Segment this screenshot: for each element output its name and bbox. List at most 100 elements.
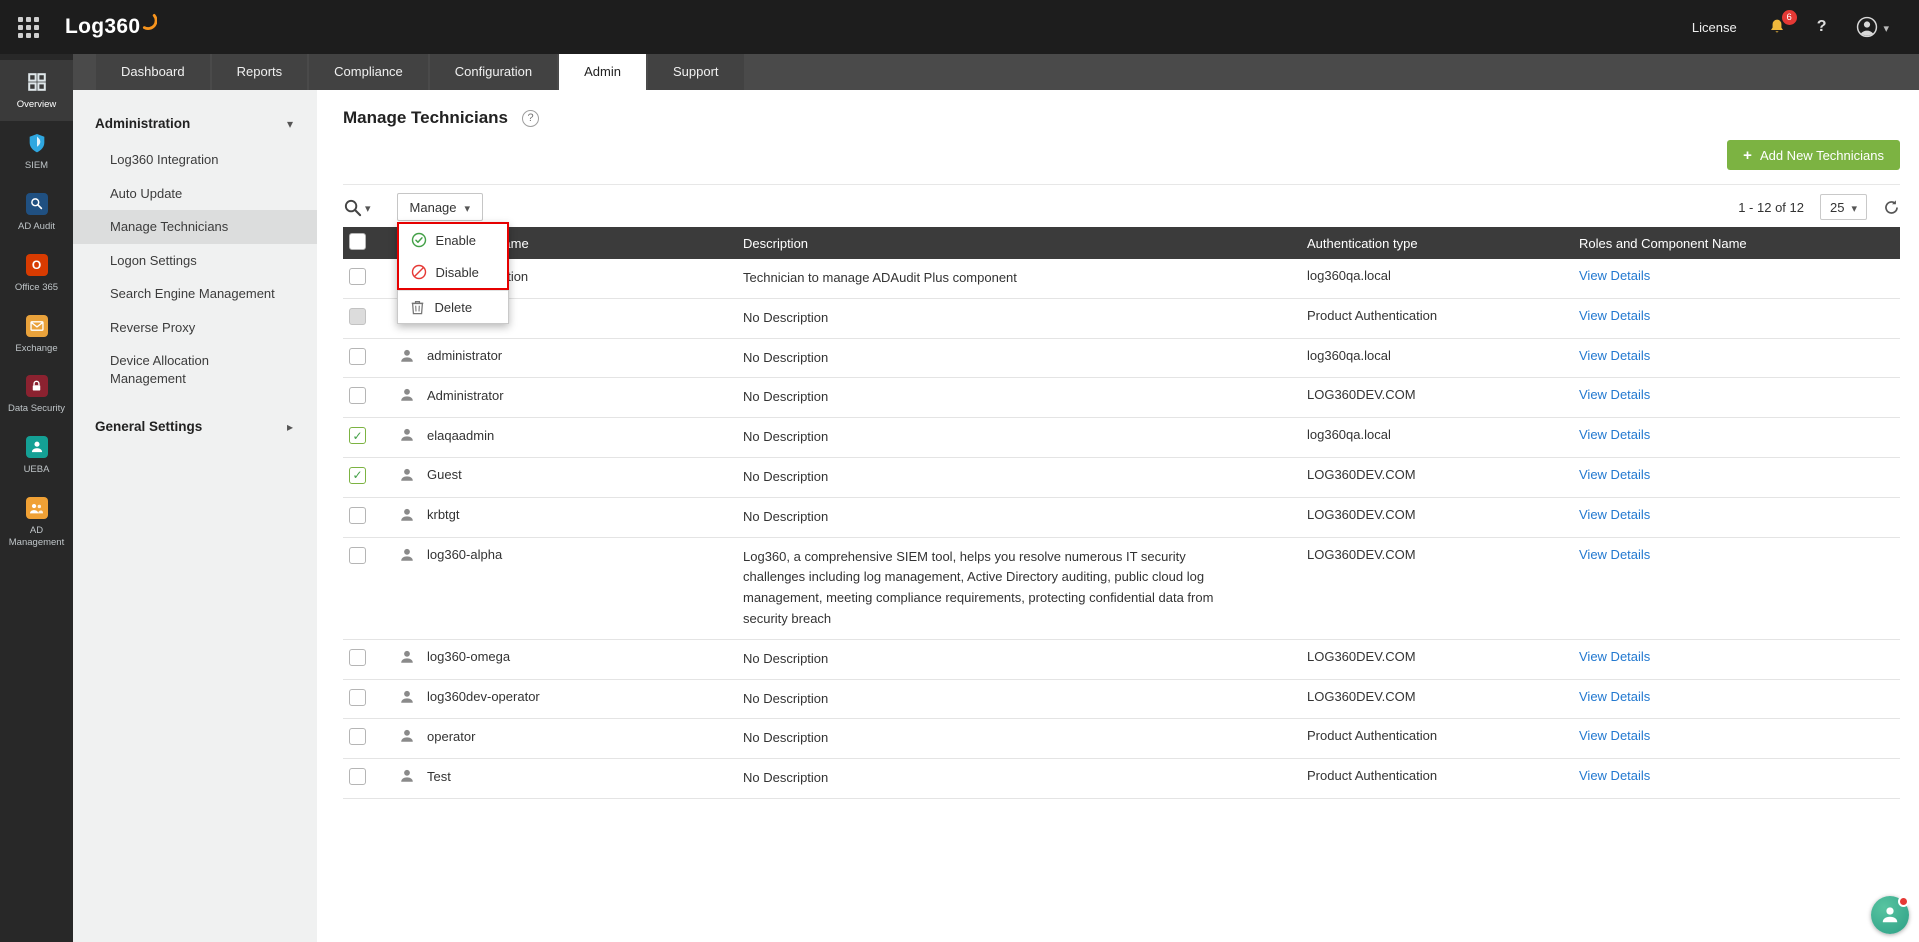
menu-item-enable[interactable]: Enable: [398, 224, 507, 256]
rail-item-exchange[interactable]: Exchange: [0, 304, 73, 365]
tab-configuration[interactable]: Configuration: [429, 54, 558, 90]
view-details-link[interactable]: View Details: [1579, 768, 1650, 783]
search-icon: [344, 199, 362, 216]
sidebar-item-manage-technicians[interactable]: Manage Technicians: [73, 210, 317, 244]
table-row: Guest No DescriptionLOG360DEV.COMView Det…: [343, 457, 1900, 498]
sidebar-item-search-engine-management[interactable]: Search Engine Management: [73, 277, 317, 311]
license-link[interactable]: License: [1692, 20, 1737, 35]
chevron-down-icon: [1851, 200, 1857, 215]
tab-support[interactable]: Support: [647, 54, 744, 90]
row-checkbox[interactable]: [349, 506, 366, 524]
row-checkbox[interactable]: [349, 728, 366, 746]
technician-description: No Description: [743, 338, 1307, 379]
view-details-link[interactable]: View Details: [1579, 467, 1650, 482]
table-row: Administrator No Description LOG360DEV.COM…: [343, 377, 1900, 419]
row-checkbox[interactable]: [349, 466, 366, 484]
view-details-link[interactable]: View Details: [1579, 507, 1650, 522]
main-tabs: Dashboard Reports Compliance Configuration A…: [73, 54, 1919, 90]
rail-item-overview[interactable]: Overview: [0, 60, 73, 121]
technician-description: Technician to manage ADAudit Plus compon…: [743, 259, 1307, 299]
help-icon[interactable]: ?: [1817, 18, 1827, 36]
table-row: adminNo DescriptionProduct Authenticatio…: [343, 298, 1900, 339]
refresh-icon[interactable]: [1883, 199, 1900, 216]
rail-item-siem[interactable]: SIEM: [0, 121, 73, 182]
support-chat-bubble[interactable]: [1871, 896, 1909, 934]
table-row: operator No Description Product Authentica…: [343, 718, 1900, 760]
enable-icon: [411, 232, 427, 248]
select-all-checkbox[interactable]: [349, 233, 366, 250]
row-checkbox[interactable]: [349, 427, 366, 445]
view-details-link[interactable]: View Details: [1579, 689, 1650, 704]
user-avatar[interactable]: [1856, 16, 1889, 38]
authentication-type: log360qa.local: [1307, 338, 1579, 379]
rail-item-ad-audit[interactable]: AD Audit: [0, 182, 73, 243]
authentication-type: LOG360DEV.COM: [1307, 377, 1579, 419]
sidebar-item-auto-update[interactable]: Auto Update: [73, 177, 317, 211]
sidebar-item-device-allocation-management[interactable]: Device Allocation Management: [73, 344, 317, 395]
row-checkbox[interactable]: [349, 688, 366, 706]
tab-compliance[interactable]: Compliance: [309, 54, 428, 90]
sidebar-item-log360-integration[interactable]: Log360 Integration: [73, 143, 317, 177]
sidebar-section-administration[interactable]: Administration: [73, 110, 317, 137]
technicians-table: Technician NameDescriptionAuthentication…: [343, 227, 1900, 799]
search-button[interactable]: [343, 198, 371, 217]
row-checkbox[interactable]: [349, 648, 366, 666]
page-size-select[interactable]: 25: [1820, 194, 1867, 220]
tab-reports[interactable]: Reports: [211, 54, 308, 90]
view-details-link[interactable]: View Details: [1579, 387, 1650, 402]
ad-audit-search-icon: [25, 192, 48, 216]
tab-dashboard[interactable]: Dashboard: [96, 54, 210, 90]
tab-admin[interactable]: Admin: [559, 54, 646, 90]
sidebar-item-reverse-proxy[interactable]: Reverse Proxy: [73, 311, 317, 345]
notifications-button[interactable]: 6: [1767, 10, 1797, 37]
menu-item-label: Disable: [435, 264, 479, 280]
add-new-technicians-button[interactable]: Add New Technicians: [1727, 140, 1900, 170]
table-row: administrator No Description log360qa.loca…: [343, 338, 1900, 379]
view-details-link[interactable]: View Details: [1579, 308, 1650, 323]
technician-icon: [399, 387, 415, 403]
sidebar-section-general-settings[interactable]: General Settings: [73, 413, 317, 440]
menu-item-delete[interactable]: Delete: [397, 290, 508, 323]
row-checkbox[interactable]: [349, 768, 366, 786]
topbar-right: License 6 ?: [1692, 10, 1889, 38]
actions-row: Add New Technicians: [343, 140, 1900, 170]
authentication-type: LOG360DEV.COM: [1307, 497, 1579, 538]
view-details-link[interactable]: View Details: [1579, 547, 1650, 562]
page-help-icon[interactable]: ?: [522, 109, 540, 127]
chevron-down-icon: [287, 116, 293, 131]
right-column: Dashboard Reports Compliance Configuration A…: [73, 54, 1919, 942]
menu-item-label: Enable: [435, 232, 477, 248]
rail-item-office-365[interactable]: O Office 365: [0, 243, 73, 304]
rail-item-data-security[interactable]: Data Security: [0, 364, 73, 425]
rail-item-label: Overview: [16, 99, 57, 110]
table-row: Test No Description Product Authentication…: [343, 758, 1900, 799]
manage-dropdown-button[interactable]: Manage: [396, 193, 484, 221]
row-checkbox[interactable]: [349, 387, 366, 405]
row-checkbox[interactable]: [349, 546, 366, 564]
rail-item-ueba[interactable]: UEBA: [0, 425, 73, 486]
sidebar-item-logon-settings[interactable]: Logon Settings: [73, 244, 317, 278]
support-chat-icon: [1882, 907, 1898, 923]
ad-management-people-icon: [25, 496, 48, 520]
logo-text: Log360: [65, 15, 141, 38]
manage-menu: Enable Disable Delete: [396, 222, 509, 324]
view-details-link[interactable]: View Details: [1579, 268, 1650, 283]
apps-grid-icon[interactable]: [18, 16, 39, 38]
authentication-type: log360qa.local: [1307, 259, 1579, 299]
view-details-link[interactable]: View Details: [1579, 649, 1650, 664]
row-checkbox[interactable]: [349, 268, 366, 285]
technician-description: No Description: [743, 298, 1307, 339]
technician-name: log360-omega: [427, 649, 511, 665]
view-details-link[interactable]: View Details: [1579, 427, 1650, 442]
view-details-link[interactable]: View Details: [1579, 348, 1650, 363]
rail-item-ad-management[interactable]: AD Management: [0, 486, 73, 559]
authentication-type: Product Authentication: [1307, 758, 1579, 799]
row-checkbox[interactable]: [349, 347, 366, 365]
delete-icon: [410, 299, 426, 315]
menu-item-disable[interactable]: Disable: [398, 256, 507, 288]
technician-name: krbtgt: [427, 507, 460, 523]
chevron-right-icon: [287, 419, 293, 434]
view-details-link[interactable]: View Details: [1579, 728, 1650, 743]
row-checkbox[interactable]: [349, 307, 366, 325]
table-row: elaqaadmin No Descriptionlog360qa.localVi…: [343, 417, 1900, 458]
